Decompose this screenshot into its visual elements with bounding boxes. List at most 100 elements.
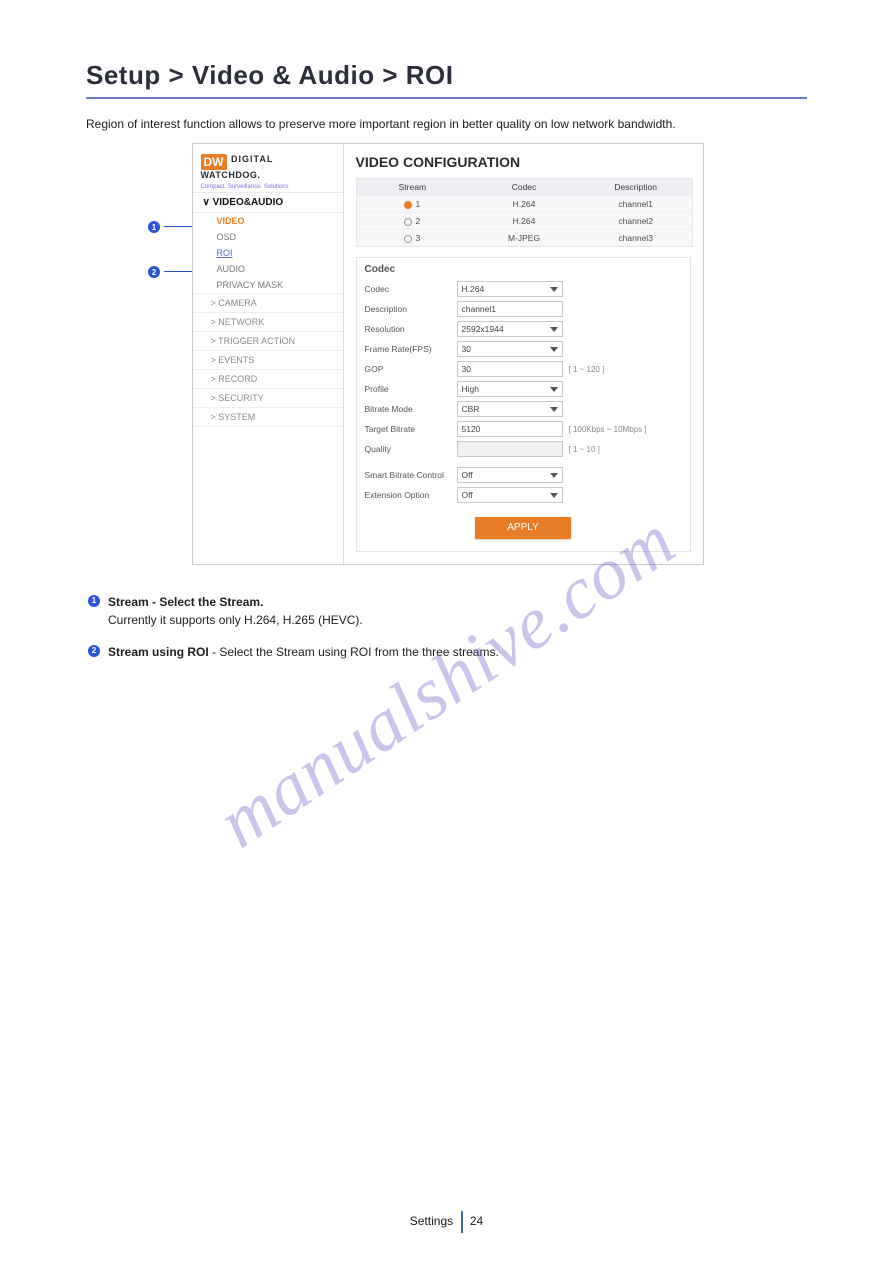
chevron-down-icon: [550, 347, 558, 352]
title-rule: [86, 97, 807, 99]
label-codec: Codec: [365, 284, 457, 294]
cell-codec-1: H.264: [468, 196, 580, 212]
input-quality: [457, 441, 563, 457]
apply-button[interactable]: APPLY: [475, 517, 571, 539]
streams-header: Stream Codec Description: [357, 179, 692, 195]
value-profile: High: [462, 384, 479, 394]
side-main-items: > CAMERA > NETWORK > TRIGGER ACTION > EV…: [193, 294, 343, 427]
select-resolution[interactable]: 2592x1944: [457, 321, 563, 337]
label-resolution: Resolution: [365, 324, 457, 334]
screenshot-wrap: DW DIGITAL WATCHDOG. Compact. Surveillan…: [192, 143, 702, 565]
col-description: Description: [580, 179, 692, 195]
col-codec: Codec: [468, 179, 580, 195]
side-osd[interactable]: OSD: [193, 229, 343, 245]
hint-gop: [ 1 ~ 120 ]: [569, 365, 605, 374]
stream-row-1[interactable]: 1 H.264 channel1: [357, 195, 692, 212]
side-privacy-mask[interactable]: PRIVACY MASK: [193, 277, 343, 294]
bullet-text-2: Stream using ROI - Select the Stream usi…: [108, 643, 807, 661]
chevron-down-icon: [550, 493, 558, 498]
value-description: channel1: [462, 304, 497, 314]
radio-icon: [404, 201, 412, 209]
cell-desc-1: channel1: [580, 196, 692, 212]
bullet-2-strong: Stream using ROI: [108, 645, 209, 659]
chevron-down-icon: [550, 387, 558, 392]
side-system[interactable]: > SYSTEM: [193, 408, 343, 427]
input-description[interactable]: channel1: [457, 301, 563, 317]
side-camera[interactable]: > CAMERA: [193, 294, 343, 313]
footer-left: Settings: [410, 1214, 453, 1228]
bullet-1: 1 Stream - Select the Stream. Currently …: [86, 593, 807, 629]
side-video-audio[interactable]: ∨ VIDEO&AUDIO: [193, 193, 343, 213]
row-profile: Profile High: [365, 381, 682, 397]
select-codec[interactable]: H.264: [457, 281, 563, 297]
screenshot-main: VIDEO CONFIGURATION Stream Codec Descrip…: [344, 144, 703, 564]
select-profile[interactable]: High: [457, 381, 563, 397]
bullet-2-rest: - Select the Stream using ROI from the t…: [209, 645, 499, 659]
row-target: Target Bitrate 5120 [ 100Kbps ~ 10Mbps ]: [365, 421, 682, 437]
side-trigger-action[interactable]: > TRIGGER ACTION: [193, 332, 343, 351]
cell-codec-2: H.264: [468, 213, 580, 229]
stream-row-3[interactable]: 3 M-JPEG channel3: [357, 229, 692, 246]
screenshot: DW DIGITAL WATCHDOG. Compact. Surveillan…: [192, 143, 704, 565]
label-target: Target Bitrate: [365, 424, 457, 434]
value-target: 5120: [462, 424, 481, 434]
bullet-1-strong: Stream - Select the Stream.: [108, 595, 263, 609]
side-video[interactable]: VIDEO: [193, 213, 343, 229]
select-ext[interactable]: Off: [457, 487, 563, 503]
select-bitmode[interactable]: CBR: [457, 401, 563, 417]
value-resolution: 2592x1944: [462, 324, 504, 334]
hint-target: [ 100Kbps ~ 10Mbps ]: [569, 425, 647, 434]
row-resolution: Resolution 2592x1944: [365, 321, 682, 337]
row-framerate: Frame Rate(FPS) 30: [365, 341, 682, 357]
label-quality: Quality: [365, 444, 457, 454]
row-bitmode: Bitrate Mode CBR: [365, 401, 682, 417]
value-codec: H.264: [462, 284, 485, 294]
side-audio[interactable]: AUDIO: [193, 261, 343, 277]
input-gop[interactable]: 30: [457, 361, 563, 377]
row-smart: Smart Bitrate Control Off: [365, 467, 682, 483]
logo-block: DW DIGITAL WATCHDOG. Compact. Surveillan…: [193, 144, 343, 193]
side-roi[interactable]: ROI: [193, 245, 343, 261]
bullet-1-note: Currently it supports only H.264, H.265 …: [108, 613, 363, 627]
stream-row-2[interactable]: 2 H.264 channel2: [357, 212, 692, 229]
callout-dot-2: 2: [148, 266, 160, 278]
page-title: Setup > Video & Audio > ROI: [86, 60, 807, 91]
row-ext: Extension Option Off: [365, 487, 682, 503]
select-framerate[interactable]: 30: [457, 341, 563, 357]
bullet-text-1: Stream - Select the Stream. Currently it…: [108, 593, 807, 629]
label-description: Description: [365, 304, 457, 314]
row-quality: Quality [ 1 ~ 10 ]: [365, 441, 682, 457]
footer-right: 24: [470, 1214, 483, 1228]
codec-group-title: Codec: [365, 264, 682, 275]
select-smart[interactable]: Off: [457, 467, 563, 483]
input-target[interactable]: 5120: [457, 421, 563, 437]
cell-desc-3: channel3: [580, 230, 692, 246]
config-title: VIDEO CONFIGURATION: [356, 154, 691, 170]
logo-badge: DW: [201, 154, 227, 170]
logo-line2: WATCHDOG.: [201, 170, 261, 180]
value-ext: Off: [462, 490, 473, 500]
footer: Settings 24: [0, 1211, 893, 1233]
radio-icon: [404, 235, 412, 243]
side-record[interactable]: > RECORD: [193, 370, 343, 389]
cell-stream-1: 1: [415, 199, 420, 209]
codec-box: Codec Codec H.264 Description channel1 R…: [356, 257, 691, 552]
streams-table: Stream Codec Description 1 H.264 channel…: [356, 178, 693, 247]
value-gop: 30: [462, 364, 471, 374]
chevron-down-icon: [550, 287, 558, 292]
callout-dot-1: 1: [148, 221, 160, 233]
logo-tagline: Compact. Surveillance. Solutions: [201, 184, 289, 190]
label-framerate: Frame Rate(FPS): [365, 344, 457, 354]
radio-icon: [404, 218, 412, 226]
row-description: Description channel1: [365, 301, 682, 317]
side-events[interactable]: > EVENTS: [193, 351, 343, 370]
side-network[interactable]: > NETWORK: [193, 313, 343, 332]
bullet-dot-2: 2: [88, 645, 100, 657]
chevron-down-icon: [550, 407, 558, 412]
chevron-down-icon: [550, 327, 558, 332]
side-security[interactable]: > SECURITY: [193, 389, 343, 408]
cell-stream-2: 2: [415, 216, 420, 226]
label-smart: Smart Bitrate Control: [365, 470, 457, 480]
logo-line1: DIGITAL: [231, 154, 273, 164]
value-bitmode: CBR: [462, 404, 480, 414]
